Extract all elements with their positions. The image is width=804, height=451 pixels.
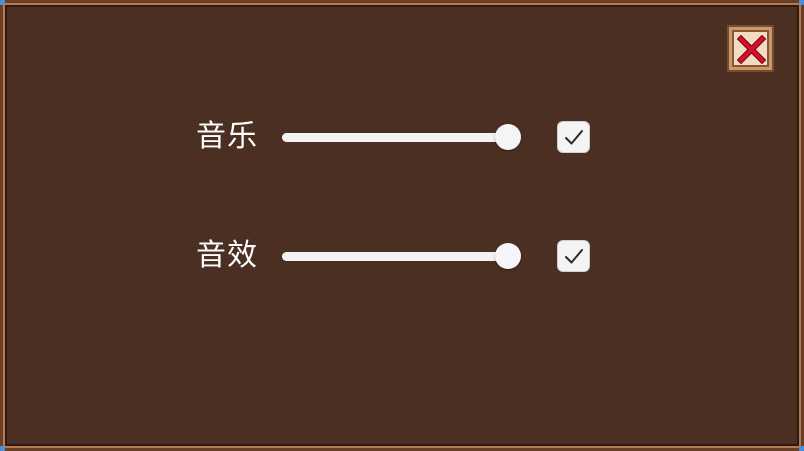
music-enabled-checkbox[interactable] — [557, 121, 590, 153]
sound-effects-label: 音效 — [196, 238, 258, 273]
music-volume-slider[interactable] — [282, 123, 524, 151]
settings-panel: 音乐 音效 — [0, 0, 804, 451]
slider-track — [282, 252, 508, 261]
slider-thumb[interactable] — [495, 243, 521, 269]
panel-frame-inner — [5, 5, 799, 446]
slider-track — [282, 133, 508, 142]
corner-marker — [0, 446, 5, 451]
close-x-icon — [737, 35, 766, 64]
music-setting-row: 音乐 — [0, 117, 804, 157]
slider-fill — [282, 133, 508, 142]
slider-thumb[interactable] — [495, 124, 521, 150]
sound-effects-setting-row: 音效 — [0, 236, 804, 276]
sound-effects-enabled-checkbox[interactable] — [557, 240, 590, 272]
corner-marker — [799, 0, 804, 5]
checkmark-icon — [565, 130, 583, 145]
music-label: 音乐 — [196, 119, 258, 154]
close-button-inner — [732, 30, 769, 67]
corner-marker — [0, 0, 5, 5]
slider-fill — [282, 252, 508, 261]
checkmark-icon — [565, 249, 583, 264]
sound-effects-volume-slider[interactable] — [282, 242, 524, 270]
corner-marker — [799, 446, 804, 451]
close-button[interactable] — [727, 25, 774, 72]
